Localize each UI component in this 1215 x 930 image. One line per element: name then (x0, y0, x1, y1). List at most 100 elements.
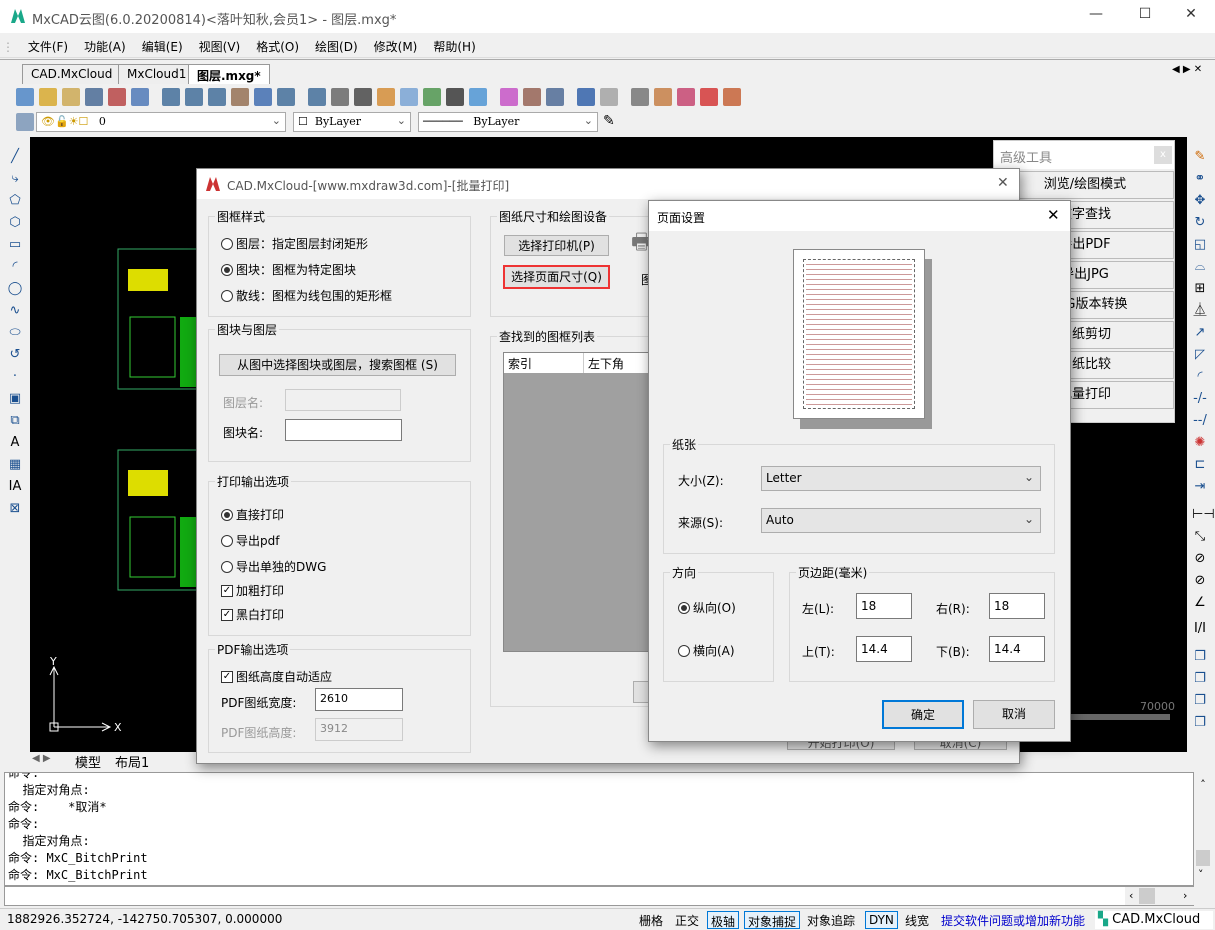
command-input[interactable] (4, 886, 1194, 906)
tab-nav-arrows-icon[interactable]: ◀ ▶ (32, 753, 51, 764)
check-auto-height[interactable]: ✓ 图纸高度自动适应 (221, 668, 332, 685)
ucs-icon[interactable] (254, 88, 272, 106)
text-icon[interactable]: A (7, 435, 23, 451)
maximize-button[interactable]: ☐ (1135, 6, 1155, 26)
offset-icon[interactable]: ⌓ (1192, 259, 1208, 275)
palette-icon[interactable] (400, 88, 418, 106)
radio-line-frame[interactable]: 散线：图框为线包围的矩形框 (221, 287, 392, 304)
toggle-grid[interactable]: 栅格 (636, 911, 666, 929)
tab-mxcloud1[interactable]: MxCloud1 (118, 64, 196, 84)
linetype-select[interactable]: ────── ByLayer ⌄ (418, 112, 598, 132)
arc-icon[interactable]: ◜ (7, 259, 23, 275)
close-button[interactable]: ✕ (1181, 6, 1201, 26)
zoom-window-icon[interactable] (185, 88, 203, 106)
extend-icon[interactable]: --/ (1192, 413, 1208, 429)
move-icon[interactable] (354, 88, 372, 106)
dim-aligned-icon[interactable]: ⤡ (1192, 529, 1208, 545)
paper-size-select[interactable]: Letter ⌄ (761, 466, 1041, 491)
toggle-lineweight[interactable]: 线宽 (902, 911, 932, 929)
ok-button[interactable]: 确定 (882, 700, 964, 729)
layer-name-input[interactable] (285, 389, 401, 411)
ellipse-icon[interactable]: ⬭ (7, 325, 23, 341)
insert-icon[interactable]: ⧉ (7, 413, 23, 429)
tab-scroll-arrows-icon[interactable]: ◀ ▶ ✕ (1172, 64, 1202, 75)
scroll-left-icon[interactable]: ‹ (1129, 889, 1133, 902)
undo-icon[interactable] (577, 88, 595, 106)
search-frame-button[interactable]: 从图中选择图块或图层，搜索图框 (S) (219, 354, 456, 376)
polyline-icon[interactable]: ⤷ (7, 171, 23, 187)
dim-continue-icon[interactable]: Ӏ/Ӏ (1192, 621, 1208, 637)
hscroll-thumb[interactable] (1139, 888, 1155, 904)
margin-top-input[interactable]: 14.4 (856, 636, 912, 662)
select-printer-button[interactable]: 选择打印机(P) (504, 235, 609, 256)
menu-modify[interactable]: 修改(M) (366, 34, 426, 59)
move-icon[interactable]: ✥ (1192, 193, 1208, 209)
menu-file[interactable]: 文件(F) (20, 34, 76, 59)
table-icon[interactable]: ▦ (7, 457, 23, 473)
pdf-icon[interactable] (700, 88, 718, 106)
draworder-above-icon[interactable]: ❐ (1192, 693, 1208, 709)
toggle-polar[interactable]: 极轴 (707, 911, 740, 929)
minimize-button[interactable]: — (1086, 6, 1106, 26)
menu-function[interactable]: 功能(A) (76, 34, 134, 59)
point-icon[interactable]: · (7, 369, 23, 385)
properties-icon[interactable] (546, 88, 564, 106)
toggle-ortho[interactable]: 正交 (672, 911, 702, 929)
menu-draw[interactable]: 绘图(D) (307, 34, 366, 59)
scroll-up-icon[interactable]: ˄ (1194, 778, 1212, 791)
menu-help[interactable]: 帮助(H) (425, 34, 483, 59)
pdf-height-input[interactable]: 3912 (315, 718, 403, 741)
dim-linear-icon[interactable]: ⊢⊣ (1192, 507, 1215, 523)
dialog-close-button[interactable]: ✕ (1047, 206, 1060, 224)
radio-export-dwg[interactable]: 导出单独的DWG (221, 558, 326, 575)
adv-browse-mode-button[interactable]: 浏览/绘图模式 (996, 171, 1174, 199)
layers-icon[interactable] (16, 113, 34, 131)
cancel-button[interactable]: 取消 (973, 700, 1055, 729)
rotate-icon[interactable]: ↻ (1192, 215, 1208, 231)
draworder-front-icon[interactable]: ❐ (1192, 649, 1208, 665)
margin-bottom-input[interactable]: 14.4 (989, 636, 1045, 662)
image-icon[interactable] (723, 88, 741, 106)
zoom-previous-icon[interactable] (277, 88, 295, 106)
rectangle-icon[interactable]: ▭ (7, 237, 23, 253)
color-icon[interactable] (500, 88, 518, 106)
linetype-icon[interactable] (446, 88, 464, 106)
layers-color-icon[interactable] (423, 88, 441, 106)
feedback-link[interactable]: 提交软件问题或增加新功能 (938, 911, 1088, 929)
dialog-close-button[interactable]: ✕ (997, 175, 1009, 191)
color-wheel-icon[interactable] (677, 88, 695, 106)
print-icon[interactable] (631, 88, 649, 106)
menu-format[interactable]: 格式(O) (248, 34, 307, 59)
cloud-save-icon[interactable] (108, 88, 126, 106)
save-as-icon[interactable] (131, 88, 149, 106)
zoom-realtime-icon[interactable] (162, 88, 180, 106)
margin-right-input[interactable]: 18 (989, 593, 1045, 619)
tab-model[interactable]: 模型 (75, 752, 101, 771)
line-icon[interactable]: ╱ (7, 149, 23, 165)
export-icon[interactable] (469, 88, 487, 106)
draworder-back-icon[interactable]: ❐ (1192, 671, 1208, 687)
copy-icon[interactable]: ⚭ (1192, 171, 1208, 187)
tab-cad-mxcloud[interactable]: CAD.MxCloud (22, 64, 122, 84)
check-bold-print[interactable]: ✓ 加粗打印 (221, 582, 284, 599)
tab-layout1[interactable]: 布局1 (115, 752, 149, 771)
command-scrollbar[interactable]: ˄ ˅ (1194, 772, 1212, 886)
render-icon[interactable] (654, 88, 672, 106)
join-icon[interactable]: ⇥ (1192, 479, 1208, 495)
save-icon[interactable] (85, 88, 103, 106)
radio-layer-frame[interactable]: 图层：指定图层封闭矩形 (221, 235, 368, 252)
circle-icon[interactable]: ◯ (7, 281, 23, 297)
horizontal-scrollbar[interactable]: ‹ › (1125, 887, 1195, 905)
lineweight-icon[interactable]: ✎ (603, 113, 621, 131)
dim-radius-icon[interactable]: ⊘ (1192, 551, 1208, 567)
fillet-icon[interactable]: ◜ (1192, 369, 1208, 385)
check-bw-print[interactable]: ✓ 黑白打印 (221, 606, 284, 623)
menu-view[interactable]: 视图(V) (191, 34, 249, 59)
match-prop-icon[interactable] (523, 88, 541, 106)
radio-landscape[interactable]: 横向(A) (678, 642, 735, 659)
spline-icon[interactable]: ∿ (7, 303, 23, 319)
zoom-extents-icon[interactable] (208, 88, 226, 106)
tab-layer-mxg[interactable]: 图层.mxg* (188, 64, 270, 84)
new-icon[interactable] (16, 88, 34, 106)
open-icon[interactable] (39, 88, 57, 106)
